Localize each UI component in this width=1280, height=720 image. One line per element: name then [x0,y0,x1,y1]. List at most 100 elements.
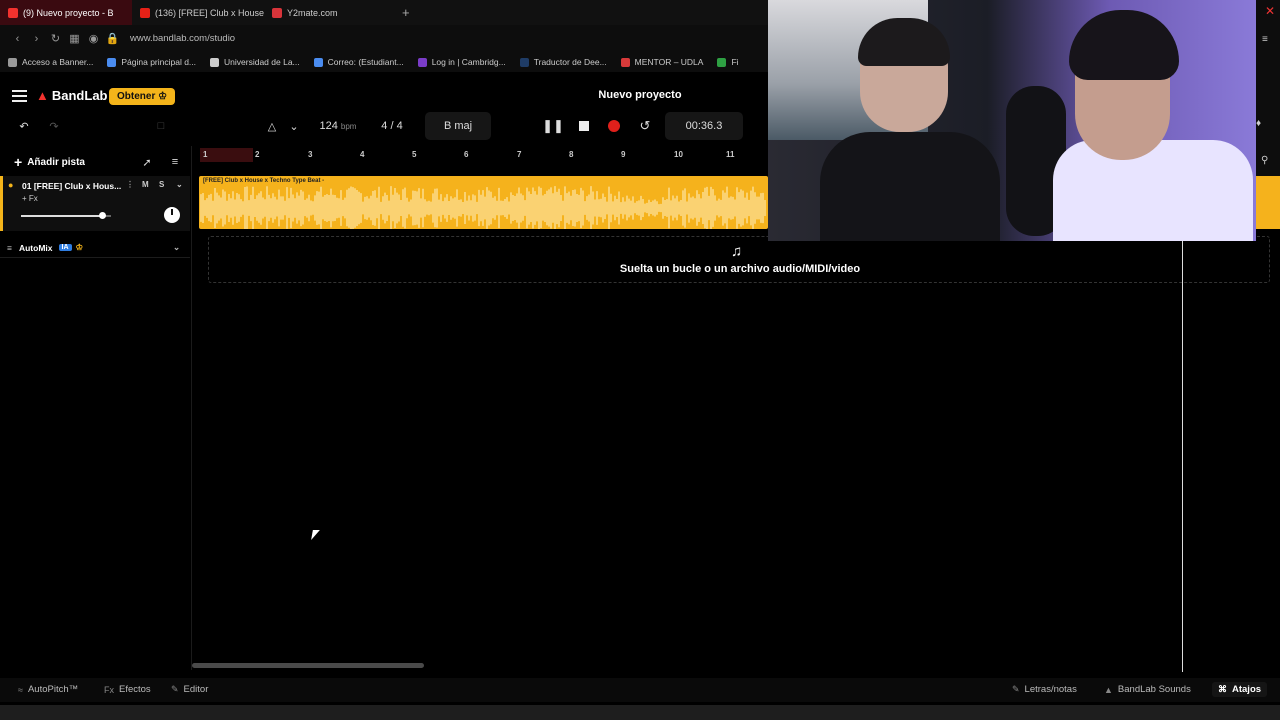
forward-icon[interactable]: › [27,33,46,45]
horizontal-scrollbar[interactable] [192,663,424,668]
bookmark-icon [620,57,630,67]
bandlab-logo[interactable]: ▲ BandLab [36,88,108,103]
tab-youtube[interactable]: (136) [FREE] Club x House [132,0,264,25]
volume-slider[interactable] [21,212,111,219]
ia-badge: IA [58,244,72,251]
stop-button[interactable] [575,112,593,140]
tab-label: (136) [FREE] Club x House [155,7,264,18]
tune-icon[interactable]: ➚ [138,154,156,170]
crown-icon: ♔ [75,242,84,252]
ruler-tick: 5 [412,150,417,159]
audio-clip[interactable]: [FREE] Club x House x Techno Type Beat - [199,176,768,229]
undo-icon[interactable]: ↶ [12,112,36,140]
extension-icon[interactable]: ◉ [84,32,103,45]
timeline-ruler[interactable]: 1 2 3 4 5 6 7 8 9 10 11 [200,148,768,164]
drop-zone-text: Suelta un bucle o un archivo audio/MIDI/… [619,263,861,275]
plus-icon: + [14,154,23,170]
fx-icon: Fx [104,684,114,695]
panel-divider [191,146,192,670]
track-name[interactable]: 01 [FREE] Club x Hous... [22,181,121,191]
ruler-tick: 1 [203,150,208,159]
bookmark-item[interactable]: Log in | Cambridg... [417,57,506,67]
bottom-toolbar: ≈ AutoPitch™ Fx Efectos ✎ Editor ✎ Letras/no… [0,678,1280,702]
metronome-icon[interactable]: △ [262,112,282,140]
atajos-button[interactable]: ⌘ Atajos [1212,682,1268,697]
chevron-down-icon[interactable]: ⌄ [176,180,183,189]
bookmark-item[interactable]: MENTOR – UDLA [620,57,703,67]
reload-icon[interactable]: ↻ [46,32,65,45]
bell-icon[interactable]: ♦ [1256,118,1261,129]
playhead[interactable] [1182,240,1183,672]
loop-icon[interactable]: ↺ [635,112,655,140]
close-icon[interactable]: ✕ [1265,4,1275,18]
volume-thumb[interactable] [99,212,106,219]
bandlab-logo-icon: ▲ [36,88,49,103]
redo-icon[interactable]: ↷ [44,112,64,140]
add-track-button[interactable]: + Añadir pista [14,154,85,170]
autopitch-icon: ≈ [18,684,23,695]
y2mate-icon [272,7,282,18]
webcam-person-left [820,18,1000,241]
feather-icon: ✎ [1012,684,1020,694]
audio-clip-tail[interactable] [1256,176,1280,229]
menu-icon[interactable]: ≡ [1262,34,1268,45]
record-button[interactable] [605,112,623,140]
bookmark-icon [417,57,427,67]
zoom-icon[interactable]: ⚲ [1261,155,1268,166]
efectos-button[interactable]: Fx Efectos [104,684,151,695]
letras-button[interactable]: ✎ Letras/notas [1012,684,1077,695]
bandlab-icon: ▲ [1104,684,1113,695]
chevron-down-icon[interactable]: ⌄ [173,242,180,253]
webcam-person-right [1053,10,1253,241]
bookmark-item[interactable]: Fi [717,57,739,67]
lock-icon: 🔒 [105,33,120,45]
filter-icon[interactable]: ≡ [166,154,184,170]
bookmark-item[interactable]: Acceso a Banner... [8,57,93,67]
bandlab-sounds-button[interactable]: ▲ BandLab Sounds [1104,684,1191,695]
clip-label: [FREE] Club x House x Techno Type Beat - [203,178,325,184]
mouse-cursor [311,530,320,540]
project-title[interactable]: Nuevo proyecto [560,89,720,101]
pan-knob[interactable] [164,207,180,223]
save-icon[interactable]: □ [150,112,172,140]
bookmark-item[interactable]: Universidad de La... [210,57,300,67]
command-icon: ⌘ [1218,684,1227,694]
mute-button[interactable]: M [142,180,149,189]
tab-nuevo-proyecto[interactable]: (9) Nuevo proyecto - B [0,0,132,25]
ruler-tick: 10 [674,150,683,159]
chevron-down-icon[interactable]: ⌄ [286,112,302,140]
editor-button[interactable]: ✎ Editor [171,684,208,695]
tab-y2mate[interactable]: Y2mate.com [264,0,396,25]
pause-icon[interactable]: ❚❚ [542,112,564,140]
track-header[interactable]: ● 01 [FREE] Club x Hous... ⋮ M S ⌄ + Fx [0,176,190,231]
url-field[interactable]: www.bandlab.com/studio [130,33,235,44]
page-icon[interactable]: ▦ [65,32,84,45]
automix-icon: ≡ [7,242,12,253]
record-icon [608,120,620,132]
back-icon[interactable]: ‹ [8,33,27,45]
bookmark-item[interactable]: Página principal d... [107,57,196,67]
add-fx-button[interactable]: + Fx [22,194,38,203]
time-display: 00:36.3 [665,112,743,140]
drop-zone[interactable]: ♫ Suelta un bucle o un archivo audio/MID… [208,236,1270,283]
bpm-value: 124 [319,120,338,132]
tempo-field[interactable]: 124 bpm [310,112,366,140]
bookmark-label: Correo: (Estudiant... [327,57,404,67]
webcam-body [820,132,1000,241]
track-options-icon[interactable]: ⋮ [126,180,134,189]
bookmark-item[interactable]: Correo: (Estudiant... [313,57,404,67]
bandlab-icon [8,7,18,18]
menu-icon[interactable] [12,90,27,102]
automix-label: AutoMix [18,242,53,253]
ruler-tick: 9 [621,150,626,159]
solo-button[interactable]: S [159,180,164,189]
ruler-tick: 7 [517,150,522,159]
new-tab-icon[interactable]: + [402,5,410,20]
obtener-button[interactable]: Obtener ♔ [109,88,176,105]
bookmark-label: Universidad de La... [224,57,300,67]
key-selector[interactable]: B maj [425,112,491,140]
automix-row[interactable]: ≡ AutoMix IA ♔ ⌄ [0,238,190,258]
autopitch-button[interactable]: ≈ AutoPitch™ [18,684,78,695]
time-signature[interactable]: 4 / 4 [370,112,414,140]
bookmark-item[interactable]: Traductor de Dee... [519,57,607,67]
